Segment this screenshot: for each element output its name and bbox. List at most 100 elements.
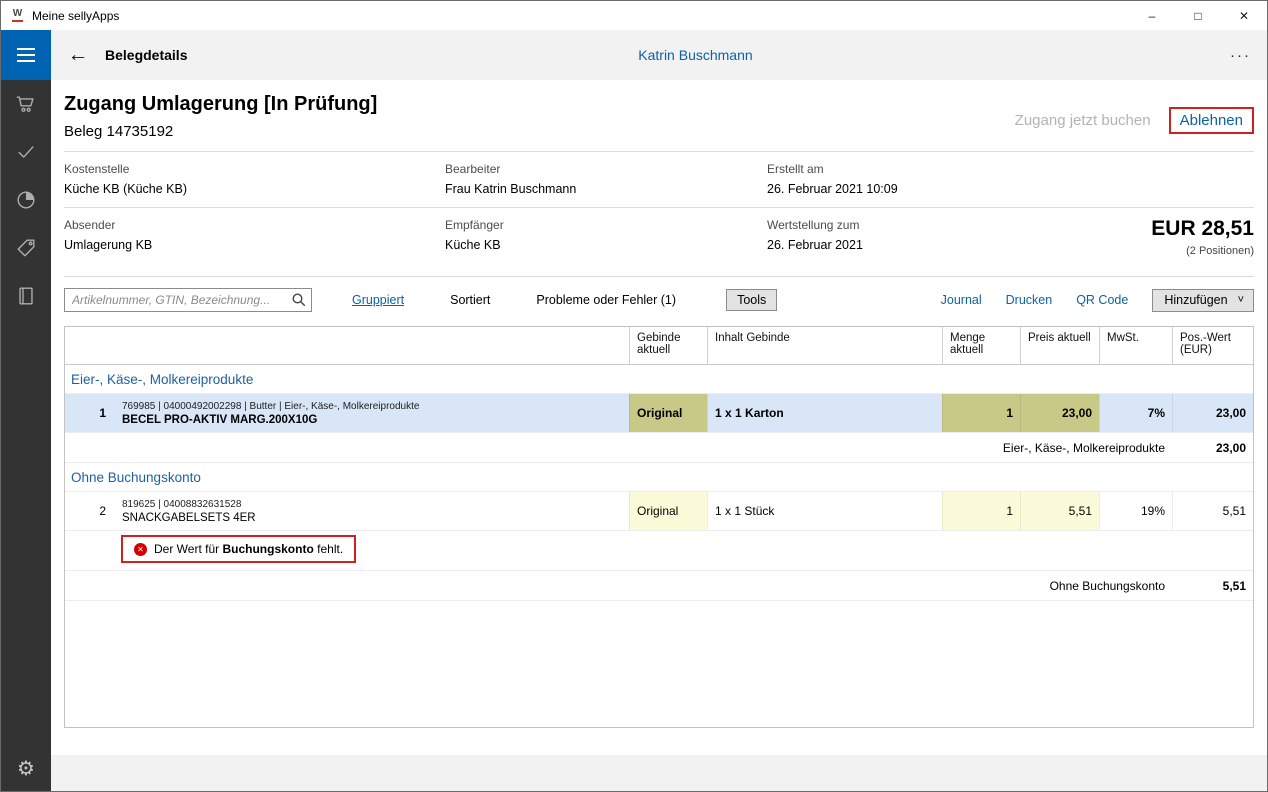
inhalt-cell[interactable]: 1 x 1 Stück <box>707 492 942 530</box>
article-cell: 819625 | 04008832631528 SNACKGABELSETS 4… <box>115 492 629 530</box>
col-header-menge: Menge aktuell <box>942 327 1020 364</box>
row-position: 2 <box>65 492 115 530</box>
document-title: Zugang Umlagerung [In Prüfung] <box>64 93 377 116</box>
chevron-down-icon: ˅ <box>1238 295 1244 305</box>
more-options-icon[interactable]: ··· <box>1230 47 1251 64</box>
settings-gear-icon[interactable]: ⚙ <box>1 745 51 791</box>
document-number: Beleg 14735192 <box>64 123 377 140</box>
field-label: Erstellt am <box>767 162 1254 176</box>
qr-code-link[interactable]: QR Code <box>1076 293 1128 307</box>
field-label: Bearbeiter <box>445 162 767 176</box>
tools-button[interactable]: Tools <box>726 289 777 311</box>
field-label: Empfänger <box>445 218 767 232</box>
maximize-button[interactable]: □ <box>1175 1 1221 30</box>
checkmark-icon[interactable] <box>1 128 51 176</box>
inhalt-cell[interactable]: 1 x 1 Karton <box>707 394 942 432</box>
print-link[interactable]: Drucken <box>1006 293 1053 307</box>
menge-cell[interactable]: 1 <box>942 492 1020 530</box>
content-area: Zugang Umlagerung [In Prüfung] Beleg 147… <box>51 80 1267 755</box>
journal-icon[interactable] <box>1 272 51 320</box>
field-value: 26. Februar 2021 10:09 <box>767 182 1254 196</box>
table-row[interactable]: 1 769985 | 04000492002298 | Butter | Eie… <box>65 394 1253 433</box>
sorted-toggle[interactable]: Sortiert <box>450 293 490 307</box>
subtotal-value: 23,00 <box>1172 433 1253 462</box>
field-empfaenger: Empfänger Küche KB <box>445 218 767 252</box>
col-header-wert: Pos.-Wert (EUR) <box>1172 327 1253 364</box>
cart-icon[interactable] <box>1 80 51 128</box>
price-tag-icon[interactable] <box>1 224 51 272</box>
app-window: W Meine sellyApps – □ ✕ <box>0 0 1268 792</box>
add-label: Hinzufügen <box>1164 293 1227 307</box>
group-subtotal-row: Eier-, Käse-, Molkereiprodukte 23,00 <box>65 433 1253 463</box>
search-box <box>64 288 312 312</box>
positions-table: Gebinde aktuell Inhalt Gebinde Menge akt… <box>64 326 1254 728</box>
item-toolbar: Gruppiert Sortiert Probleme oder Fehler … <box>64 276 1254 323</box>
search-input[interactable] <box>65 289 311 311</box>
group-header[interactable]: Ohne Buchungskonto <box>65 463 1253 492</box>
article-meta: 819625 | 04008832631528 <box>122 499 241 510</box>
col-header-preis: Preis aktuell <box>1020 327 1099 364</box>
validation-error-message: ✕ Der Wert für Buchungskonto fehlt. <box>121 535 356 563</box>
subtotal-label: Ohne Buchungskonto <box>65 571 1172 600</box>
close-button[interactable]: ✕ <box>1221 1 1267 30</box>
subtotal-label: Eier-, Käse-, Molkereiprodukte <box>65 433 1172 462</box>
field-kostenstelle: Kostenstelle Küche KB (Küche KB) <box>64 162 445 196</box>
pie-chart-icon[interactable] <box>1 176 51 224</box>
table-row[interactable]: 2 819625 | 04008832631528 SNACKGABELSETS… <box>65 492 1253 531</box>
book-now-button[interactable]: Zugang jetzt buchen <box>1015 112 1151 129</box>
field-value: Küche KB <box>445 238 767 252</box>
col-header-pos <box>65 327 115 364</box>
field-label: Kostenstelle <box>64 162 445 176</box>
group-header[interactable]: Eier-, Käse-, Molkereiprodukte <box>65 365 1253 394</box>
add-dropdown-button[interactable]: Hinzufügen ˅ <box>1152 289 1254 312</box>
journal-link[interactable]: Journal <box>941 293 982 307</box>
positions-count: (2 Positionen) <box>1151 245 1254 257</box>
col-header-gebinde: Gebinde aktuell <box>629 327 707 364</box>
total-amount-block: EUR 28,51 (2 Positionen) <box>1151 217 1254 257</box>
user-name-link[interactable]: Katrin Buschmann <box>638 47 752 63</box>
preis-cell[interactable]: 5,51 <box>1020 492 1099 530</box>
menge-cell[interactable]: 1 <box>942 394 1020 432</box>
field-absender: Absender Umlagerung KB <box>64 218 445 252</box>
table-empty-area <box>65 601 1253 727</box>
total-amount: EUR 28,51 <box>1151 217 1254 241</box>
field-erstellt-am: Erstellt am 26. Februar 2021 10:09 <box>767 162 1254 196</box>
article-name: BECEL PRO-AKTIV MARG.200X10G <box>122 414 317 426</box>
col-header-mwst: MwSt. <box>1099 327 1172 364</box>
page-title: Belegdetails <box>105 47 187 63</box>
mwst-cell: 19% <box>1099 492 1172 530</box>
hamburger-menu-icon[interactable] <box>1 30 51 80</box>
gebinde-cell[interactable]: Original <box>629 394 707 432</box>
wert-cell: 23,00 <box>1172 394 1253 432</box>
app-logo-icon: W <box>10 8 25 23</box>
row-error-row: ✕ Der Wert für Buchungskonto fehlt. <box>65 531 1253 571</box>
wert-cell: 5,51 <box>1172 492 1253 530</box>
field-label: Absender <box>64 218 445 232</box>
article-name: SNACKGABELSETS 4ER <box>122 512 256 524</box>
table-header-row: Gebinde aktuell Inhalt Gebinde Menge akt… <box>65 327 1253 365</box>
field-value: Küche KB (Küche KB) <box>64 182 445 196</box>
grouped-toggle[interactable]: Gruppiert <box>352 293 404 307</box>
bottom-strip <box>51 755 1267 791</box>
search-icon[interactable] <box>291 292 307 308</box>
problems-filter[interactable]: Probleme oder Fehler (1) <box>536 293 676 307</box>
titlebar: W Meine sellyApps – □ ✕ <box>1 1 1267 30</box>
fields-row-1: Kostenstelle Küche KB (Küche KB) Bearbei… <box>64 151 1254 207</box>
page-header: ← Belegdetails Katrin Buschmann ··· <box>51 30 1267 80</box>
field-bearbeiter: Bearbeiter Frau Katrin Buschmann <box>445 162 767 196</box>
reject-button[interactable]: Ablehnen <box>1169 107 1254 134</box>
sidebar: ⚙ <box>1 30 51 791</box>
window-title: Meine sellyApps <box>32 9 119 23</box>
group-subtotal-row: Ohne Buchungskonto 5,51 <box>65 571 1253 601</box>
window-controls: – □ ✕ <box>1129 1 1267 30</box>
col-header-article <box>115 327 629 364</box>
gebinde-cell[interactable]: Original <box>629 492 707 530</box>
back-arrow-icon[interactable]: ← <box>61 43 95 67</box>
mwst-cell: 7% <box>1099 394 1172 432</box>
col-header-inhalt: Inhalt Gebinde <box>707 327 942 364</box>
subtotal-value: 5,51 <box>1172 571 1253 600</box>
error-icon: ✕ <box>134 543 147 556</box>
preis-cell[interactable]: 23,00 <box>1020 394 1099 432</box>
minimize-button[interactable]: – <box>1129 1 1175 30</box>
fields-row-2: Absender Umlagerung KB Empfänger Küche K… <box>64 207 1254 276</box>
